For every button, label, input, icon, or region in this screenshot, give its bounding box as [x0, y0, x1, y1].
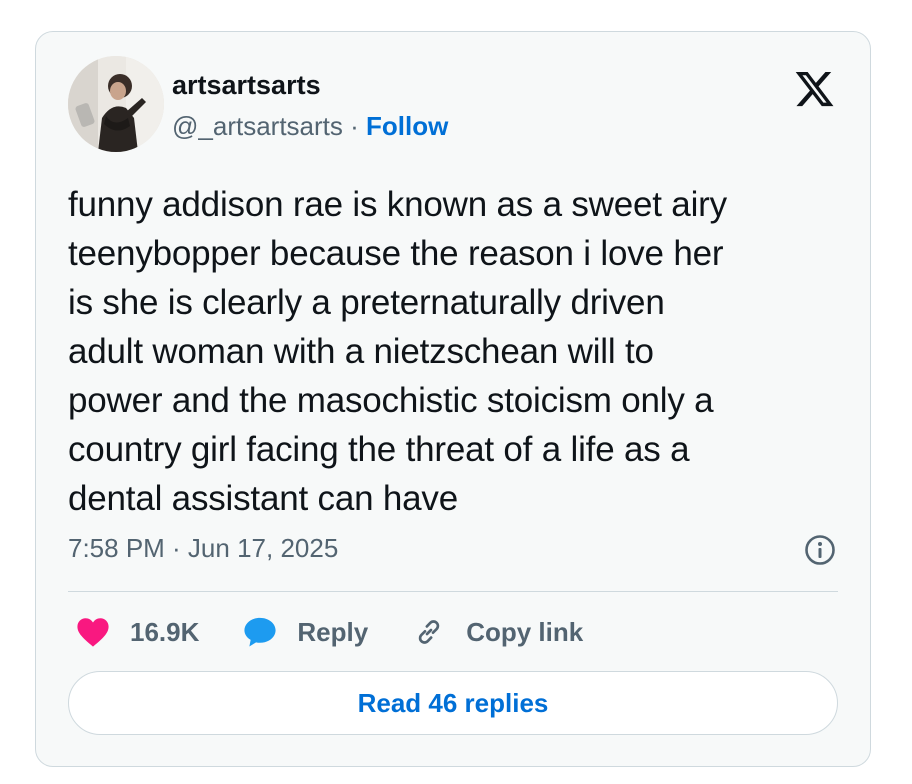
divider [68, 591, 838, 592]
copy-link-button[interactable]: Copy link [412, 615, 583, 649]
copy-link-label: Copy link [466, 617, 584, 647]
display-name[interactable]: artsartsarts [172, 68, 321, 102]
user-handle[interactable]: @_artsartsarts [172, 111, 343, 141]
follow-button[interactable]: Follow [366, 111, 448, 141]
x-logo-icon[interactable] [792, 68, 837, 110]
reply-label: Reply [297, 617, 369, 647]
tweet-card: artsartsarts @_artsartsarts · Follow fun… [35, 31, 871, 767]
like-button[interactable]: 16.9K [76, 615, 199, 649]
heart-icon [76, 615, 110, 649]
read-replies-button[interactable]: Read 46 replies [68, 671, 838, 735]
info-icon[interactable] [804, 534, 836, 566]
like-count: 16.9K [130, 617, 200, 647]
link-icon [412, 615, 446, 649]
avatar-photo-icon [68, 56, 164, 152]
reply-button[interactable]: Reply [243, 615, 368, 649]
speech-bubble-icon [243, 615, 277, 649]
tweet-text: funny addison rae is known as a sweet ai… [68, 185, 727, 518]
separator-dot: · [342, 111, 366, 141]
avatar[interactable] [68, 56, 164, 152]
timestamp[interactable]: 7:58 PM · Jun 17, 2025 [68, 531, 338, 565]
handle-row: @_artsartsarts · Follow [172, 109, 448, 143]
action-bar: 16.9K Reply Copy link [76, 610, 627, 654]
